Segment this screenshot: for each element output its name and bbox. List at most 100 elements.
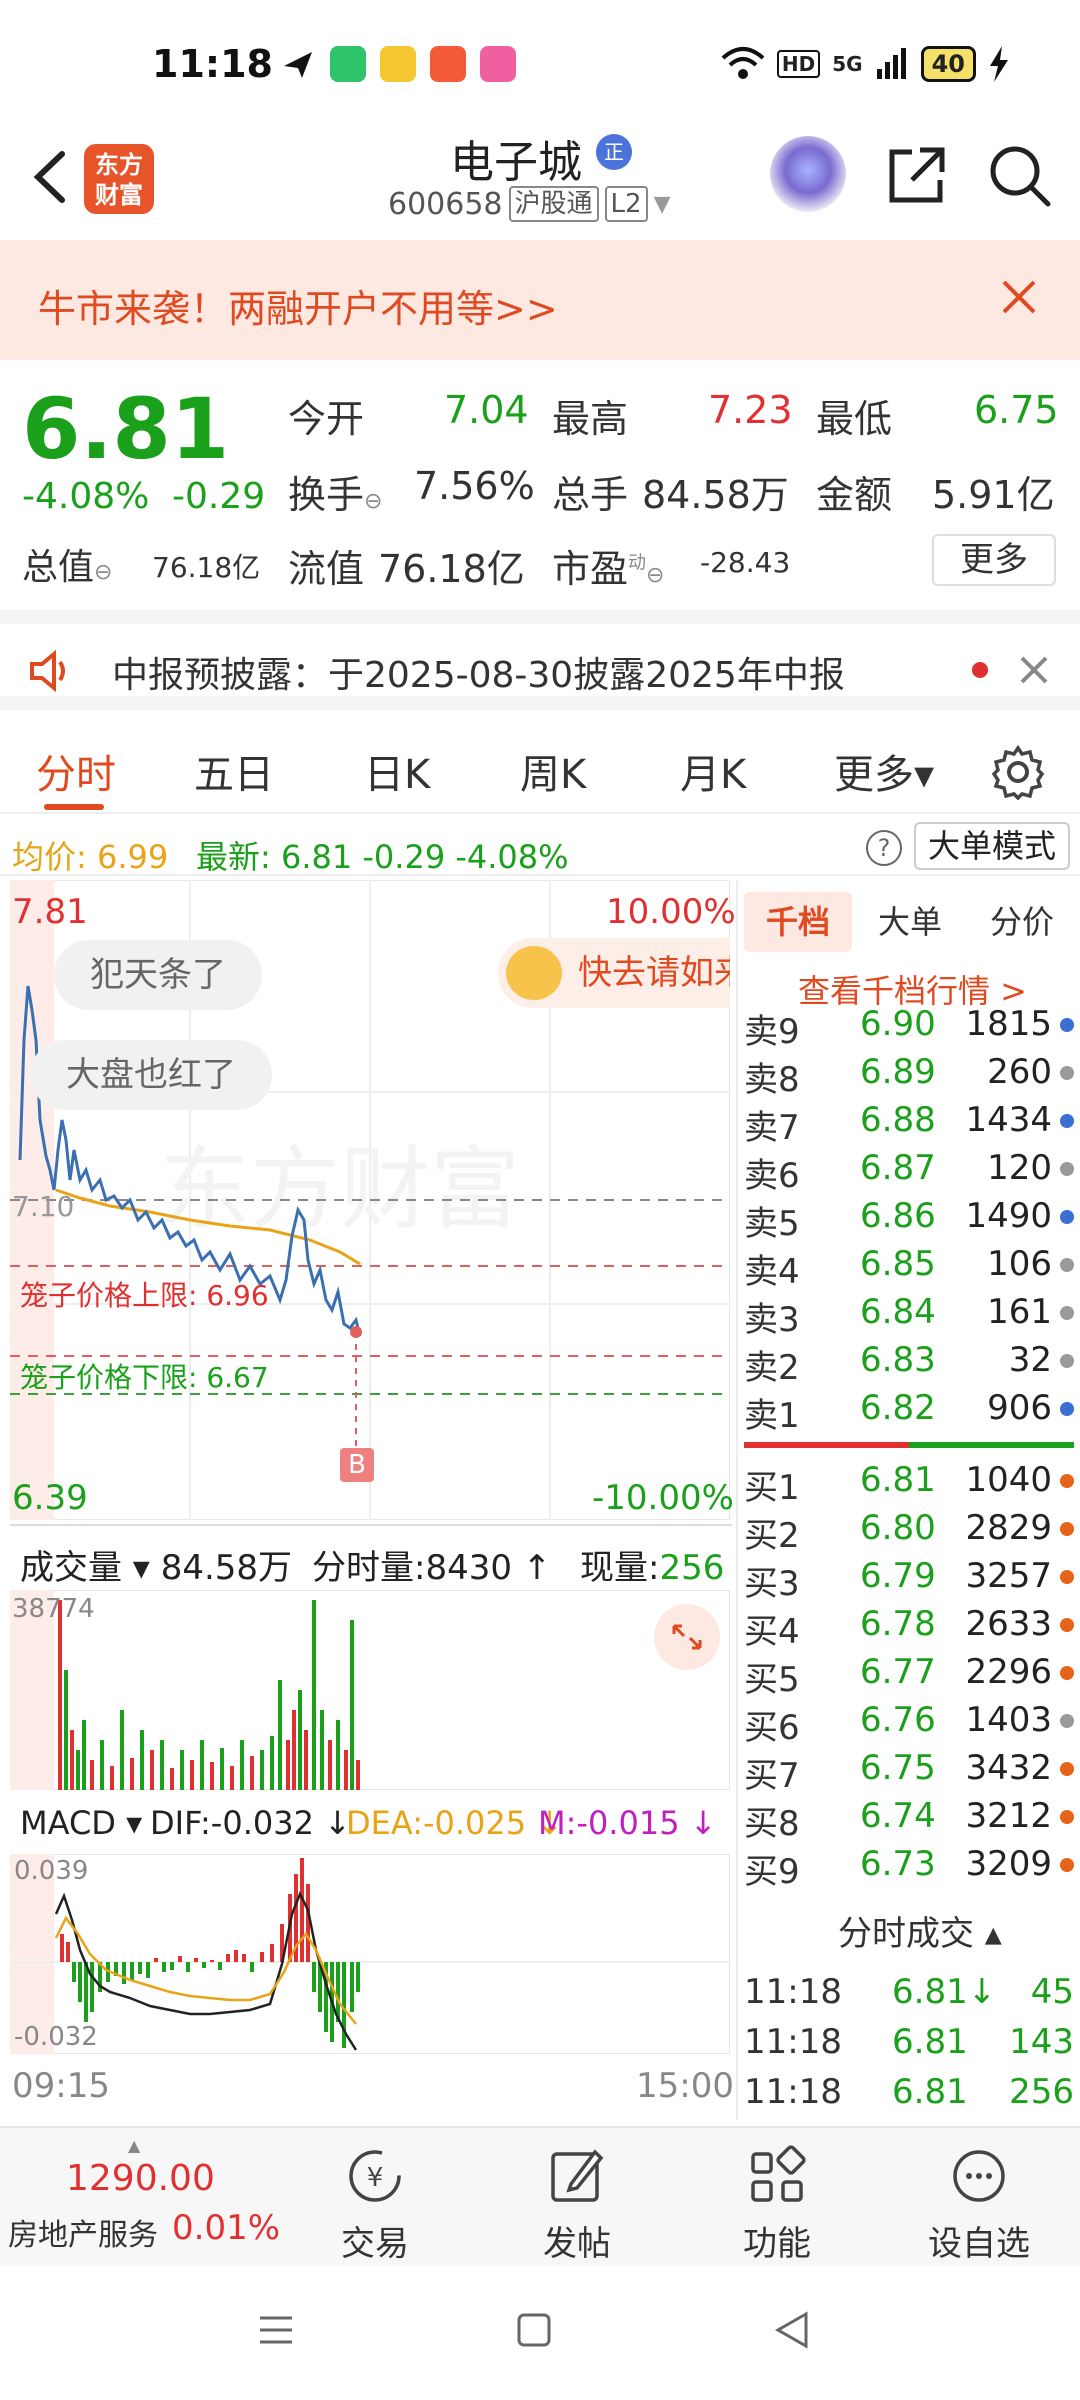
low-label: 最低 — [816, 397, 893, 441]
tab-price-distribution[interactable]: 分价 — [968, 892, 1076, 952]
trade-button[interactable]: ¥ 交易 — [300, 2144, 450, 2264]
macd-dif: DIF:-0.032 ↓ — [150, 1804, 351, 1842]
help-icon[interactable]: ? — [866, 830, 902, 866]
more-button[interactable]: 更多 — [932, 534, 1056, 586]
back-icon[interactable] — [22, 142, 82, 212]
add-watchlist-button[interactable]: 设自选 — [904, 2144, 1054, 2264]
ask-row[interactable]: 卖5 6.86 1490 — [744, 1196, 1074, 1244]
bid-volume: 1403 — [965, 1700, 1052, 1740]
info-icon[interactable]: ⊖ — [94, 560, 112, 585]
info-icon[interactable]: ⊖ — [364, 489, 382, 514]
assistant-robot-icon[interactable] — [770, 136, 846, 212]
bid-row[interactable]: 买8 6.74 3212 — [744, 1796, 1074, 1844]
active-tab-indicator — [44, 804, 104, 810]
grid-icon — [751, 2145, 806, 2202]
bid-indicator-dot — [1060, 1666, 1074, 1680]
volume-max-label: 38774 — [12, 1594, 95, 1624]
ticks-header[interactable]: 分时成交 ▴ — [838, 1906, 1002, 1955]
tick-row[interactable]: 11:18 6.81↓ 45 — [744, 1972, 1074, 2022]
ask-row[interactable]: 卖7 6.88 1434 — [744, 1100, 1074, 1148]
chart-top-price: 7.81 — [12, 892, 88, 932]
market-tag: 沪股通 — [508, 186, 599, 222]
ask-row[interactable]: 卖8 6.89 260 — [744, 1052, 1074, 1100]
ask-level: 卖6 — [744, 1156, 800, 1196]
announcement-bar[interactable]: 中报预披露：于2025-08-30披露2025年中报 — [0, 610, 1080, 710]
high-label: 最高 — [552, 397, 629, 441]
tab-depth[interactable]: 千档 — [744, 892, 852, 952]
bid-level: 买5 — [744, 1660, 800, 1700]
promo-bubble[interactable]: 快去请如来 — [498, 938, 730, 1008]
ask-row[interactable]: 卖2 6.83 32 — [744, 1340, 1074, 1388]
post-button[interactable]: 发帖 — [502, 2144, 652, 2264]
bid-price: 6.80 — [860, 1508, 936, 1548]
bid-row[interactable]: 买3 6.79 3257 — [744, 1556, 1074, 1604]
stock-code-line[interactable]: 600658 沪股通 L2 ▼ — [388, 186, 671, 222]
ask-indicator-dot — [1060, 1306, 1074, 1320]
comment-bubble[interactable]: 犯天条了 — [54, 940, 262, 1010]
bid-volume: 2633 — [965, 1604, 1052, 1644]
close-icon[interactable] — [996, 274, 1042, 320]
app-logo[interactable]: 东方 财富 — [84, 144, 154, 214]
home-icon[interactable] — [514, 2310, 554, 2350]
collapse-icon: ▲ — [128, 2136, 141, 2155]
search-icon[interactable] — [986, 142, 1052, 208]
bid-row[interactable]: 买4 6.78 2633 — [744, 1604, 1074, 1652]
signal-icon — [876, 48, 906, 79]
tab-weekly-k[interactable]: 周K — [520, 742, 586, 800]
tab-more[interactable]: 更多▾ — [834, 742, 934, 800]
bid-row[interactable]: 买2 6.80 2829 — [744, 1508, 1074, 1556]
bid-row[interactable]: 买1 6.81 1040 — [744, 1460, 1074, 1508]
volume-selector[interactable]: 成交量 ▾ 84.58万 — [20, 1540, 292, 1589]
change-amount: -0.29 — [172, 476, 266, 517]
tab-daily-k[interactable]: 日K — [364, 742, 430, 800]
ask-price: 6.87 — [860, 1148, 936, 1188]
volume-chart[interactable] — [10, 1590, 730, 1790]
ask-row[interactable]: 卖1 6.82 906 — [744, 1388, 1074, 1436]
macd-selector[interactable]: MACD ▾ — [20, 1804, 142, 1842]
tab-monthly-k[interactable]: 月K — [680, 742, 746, 800]
bid-price: 6.78 — [860, 1604, 936, 1644]
buy-marker[interactable]: B — [340, 1448, 374, 1482]
bid-indicator-dot — [1060, 1810, 1074, 1824]
comment-bubble[interactable]: 大盘也红了 — [30, 1040, 272, 1110]
close-icon[interactable] — [1016, 652, 1052, 688]
large-order-mode-button[interactable]: 大单模式 — [914, 822, 1070, 870]
chart-bottom-pct: -10.00% — [592, 1478, 734, 1518]
macd-m: M:-0.015 ↓ — [538, 1804, 717, 1842]
phone-icon — [330, 46, 366, 82]
tab-intraday[interactable]: 分时 — [36, 742, 116, 800]
ask-indicator-dot — [1060, 1162, 1074, 1176]
bid-indicator-dot — [1060, 1714, 1074, 1728]
quote-panel: 6.81 -4.08% -0.29 总值⊖ 76.18亿 今开 7.04 最高 … — [0, 360, 1080, 610]
bid-price: 6.76 — [860, 1700, 936, 1740]
tab-five-day[interactable]: 五日 — [194, 742, 274, 800]
tick-time: 11:18 — [744, 2072, 842, 2112]
share-icon[interactable] — [884, 142, 950, 208]
macd-top-label: 0.039 — [14, 1856, 89, 1886]
ask-row[interactable]: 卖4 6.85 106 — [744, 1244, 1074, 1292]
tick-row[interactable]: 11:18 6.81 143 — [744, 2022, 1074, 2072]
pe-value: -28.43 — [700, 546, 791, 579]
ask-row[interactable]: 卖9 6.90 1815 — [744, 1004, 1074, 1052]
tab-large-orders[interactable]: 大单 — [856, 892, 964, 952]
bid-row[interactable]: 买7 6.75 3432 — [744, 1748, 1074, 1796]
gear-icon[interactable] — [990, 744, 1046, 800]
ask-row[interactable]: 卖6 6.87 120 — [744, 1148, 1074, 1196]
promo-banner[interactable]: 牛市来袭！两融开户不用等>> — [0, 240, 1080, 360]
bid-volume: 3257 — [965, 1556, 1052, 1596]
info-icon[interactable]: ⊖ — [646, 563, 664, 588]
macd-chart[interactable] — [10, 1854, 730, 2054]
bid-row[interactable]: 买5 6.77 2296 — [744, 1652, 1074, 1700]
avg-price: 均价: 6.99 — [12, 838, 169, 876]
expand-icon[interactable] — [654, 1604, 720, 1670]
ask-row[interactable]: 卖3 6.84 161 — [744, 1292, 1074, 1340]
bid-row[interactable]: 买6 6.76 1403 — [744, 1700, 1074, 1748]
tick-row[interactable]: 11:18 6.81 256 — [744, 2072, 1074, 2122]
functions-button[interactable]: 功能 — [702, 2144, 852, 2264]
back-nav-icon[interactable] — [772, 2310, 812, 2350]
menu-icon[interactable] — [256, 2310, 296, 2350]
unread-dot — [972, 662, 988, 678]
promo-banner-text: 牛市来袭！两融开户不用等>> — [38, 287, 558, 331]
status-time: 11:18 — [152, 42, 273, 86]
bid-row[interactable]: 买9 6.73 3209 — [744, 1844, 1074, 1892]
